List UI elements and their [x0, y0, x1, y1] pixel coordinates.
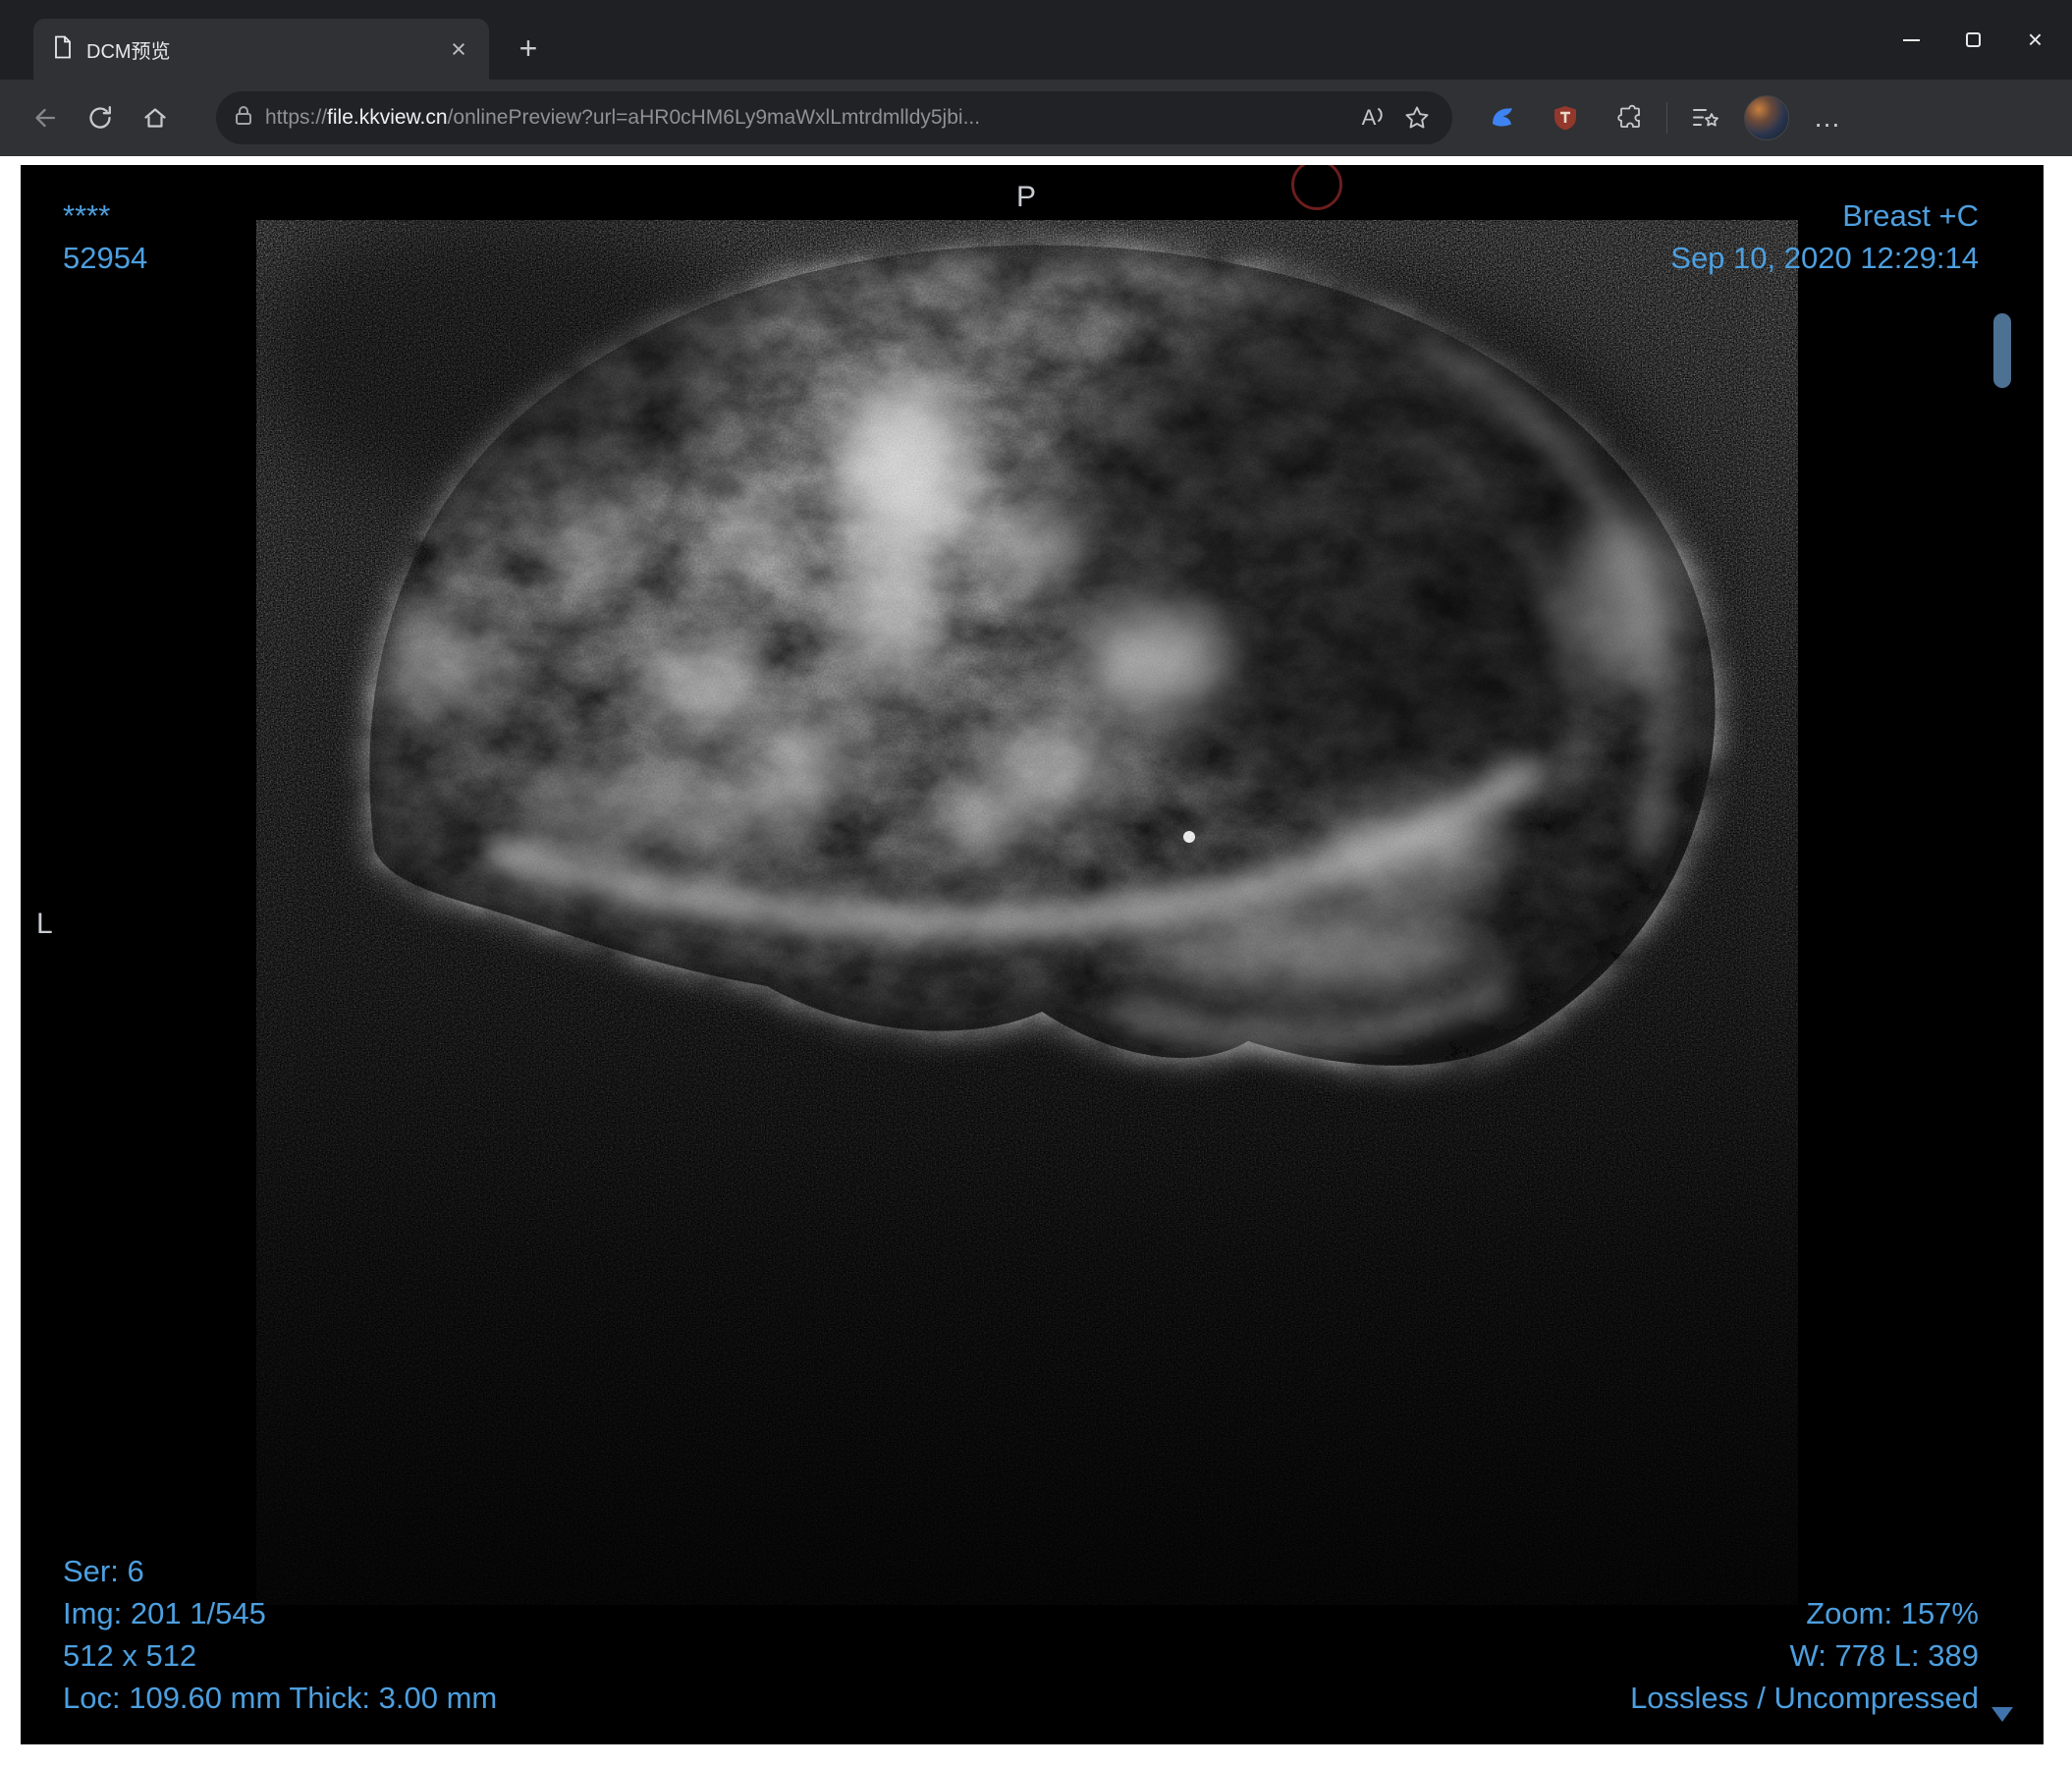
toolbar-icons: … — [1478, 93, 1852, 142]
display-info: Zoom: 157% W: 778 L: 389 Lossless / Unco… — [1630, 1592, 1979, 1719]
compression-info: Lossless / Uncompressed — [1630, 1681, 1979, 1715]
window-level: W: 778 L: 389 — [1789, 1638, 1979, 1673]
refresh-button[interactable] — [73, 91, 128, 144]
image-matrix: 512 x 512 — [63, 1638, 197, 1673]
image-number: Img: 201 1/545 — [63, 1596, 266, 1630]
favorites-hub-button[interactable] — [1681, 93, 1730, 142]
shield-extension-button[interactable] — [1541, 93, 1590, 142]
annotation-circle — [1291, 165, 1342, 210]
new-tab-button[interactable]: + — [509, 28, 548, 68]
url-scheme: https:// — [265, 106, 328, 129]
study-datetime: Sep 10, 2020 12:29:14 — [1670, 241, 1979, 275]
back-icon — [35, 108, 56, 128]
patient-info: **** 52954 — [63, 194, 147, 279]
zoom-level: Zoom: 157% — [1806, 1596, 1979, 1630]
url-text: https://file.kkview.cn/onlinePreview?url… — [265, 106, 1352, 130]
dicom-viewer[interactable]: **** 52954 Breast +C Sep 10, 2020 12:29:… — [21, 165, 2044, 1744]
minimize-button[interactable] — [1881, 9, 1942, 72]
back-button[interactable] — [18, 91, 73, 144]
read-aloud-icon: A — [1361, 105, 1377, 130]
browser-window: DCM预览 × + × https://file.kkview.cn/onlin… — [0, 0, 2072, 1768]
series-info: Ser: 6 Img: 201 1/545 512 x 512 Loc: 109… — [63, 1550, 497, 1719]
settings-more-button[interactable]: … — [1803, 93, 1852, 142]
window-controls: × — [1881, 0, 2066, 80]
url-host: file.kkview.cn — [327, 106, 448, 129]
blue-extension-button[interactable] — [1478, 93, 1527, 142]
study-description: Breast +C — [1842, 198, 1979, 233]
refresh-icon — [89, 106, 111, 129]
blue-extension-icon — [1493, 108, 1512, 127]
scroll-down-arrow-icon[interactable] — [1991, 1707, 2013, 1722]
shield-extension-icon — [1554, 106, 1576, 131]
mri-image — [256, 220, 1798, 1605]
maximize-button[interactable] — [1942, 9, 2004, 72]
slice-location: Loc: 109.60 mm Thick: 3.00 mm — [63, 1681, 498, 1715]
add-favorite-button[interactable] — [1395, 96, 1439, 139]
series-number: Ser: 6 — [63, 1554, 144, 1588]
home-button[interactable] — [128, 91, 183, 144]
extensions-button[interactable] — [1604, 93, 1653, 142]
page-content: **** 52954 Breast +C Sep 10, 2020 12:29:… — [0, 156, 2072, 1768]
extensions-puzzle-icon — [1617, 104, 1640, 128]
home-icon — [144, 108, 166, 128]
close-window-button[interactable]: × — [2004, 9, 2066, 72]
lock-icon[interactable] — [234, 104, 253, 133]
url-path: /onlinePreview?url=aHR0cHM6Ly9maWxlLmtrd… — [447, 106, 981, 129]
address-bar[interactable]: https://file.kkview.cn/onlinePreview?url… — [216, 91, 1452, 144]
toolbar-divider — [1666, 102, 1667, 134]
tab-title: DCM预览 — [86, 40, 171, 63]
maximize-icon — [1966, 32, 1981, 47]
favorite-star-icon — [1405, 106, 1429, 129]
browser-tab[interactable]: DCM预览 × — [33, 19, 489, 80]
read-aloud-button[interactable]: A — [1352, 96, 1395, 139]
orientation-posterior-marker: P — [1016, 181, 1037, 213]
orientation-left-marker: L — [36, 908, 53, 940]
document-icon — [53, 35, 73, 64]
tab-close-icon[interactable]: × — [442, 32, 475, 66]
favorites-hub-icon — [1693, 109, 1718, 127]
minimize-icon — [1903, 38, 1920, 41]
scrollbar-thumb[interactable] — [1993, 313, 2011, 388]
study-info: Breast +C Sep 10, 2020 12:29:14 — [1670, 194, 1979, 279]
tab-strip: DCM预览 × + × — [0, 0, 2072, 80]
profile-avatar[interactable] — [1744, 95, 1789, 140]
navigation-bar: https://file.kkview.cn/onlinePreview?url… — [0, 80, 2072, 156]
patient-id: 52954 — [63, 241, 148, 275]
patient-name: **** — [63, 198, 111, 233]
